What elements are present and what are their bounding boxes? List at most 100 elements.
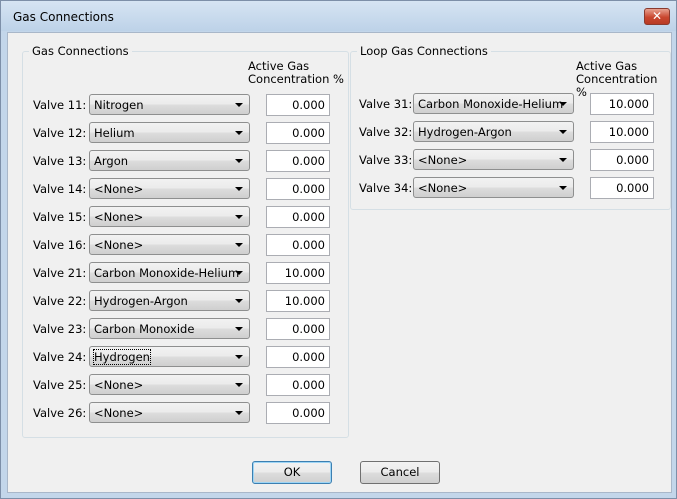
concentration-input[interactable]: 0.000 (266, 402, 330, 424)
valve-row: Valve 15: <None> 0.000 (33, 206, 333, 228)
concentration-input[interactable]: 0.000 (266, 150, 330, 172)
gas-dropdown[interactable]: Helium (89, 122, 250, 143)
gas-dropdown-value: Argon (94, 154, 129, 168)
chevron-down-icon (235, 215, 243, 219)
gas-dropdown-value: <None> (94, 210, 144, 224)
dialog-window: Gas Connections ✕ Gas Connections Active… (0, 0, 677, 499)
gas-dropdown-value: Carbon Monoxide-Helium (94, 266, 240, 280)
chevron-down-icon (235, 355, 243, 359)
valve-label: Valve 23: (33, 322, 87, 336)
gas-dropdown-value: <None> (418, 153, 468, 167)
chevron-down-icon (559, 158, 567, 162)
gas-dropdown[interactable]: <None> (89, 206, 250, 227)
cancel-button[interactable]: Cancel (360, 461, 440, 484)
dialog-body: Gas Connections Active Gas Concentration… (7, 32, 672, 493)
valve-label: Valve 13: (33, 154, 87, 168)
valve-label: Valve 16: (33, 238, 87, 252)
concentration-input[interactable]: 10.000 (590, 121, 654, 143)
valve-label: Valve 11: (33, 98, 87, 112)
concentration-input[interactable]: 0.000 (266, 178, 330, 200)
gas-dropdown-value: <None> (94, 238, 144, 252)
valve-row: Valve 32: Hydrogen-Argon 10.000 (359, 121, 664, 143)
gas-dropdown-value: <None> (94, 406, 144, 420)
valve-row: Valve 14: <None> 0.000 (33, 178, 333, 200)
gas-header-line2: Concentration % (248, 72, 344, 86)
valve-row: Valve 25: <None> 0.000 (33, 374, 333, 396)
gas-dropdown-value: Carbon Monoxide (94, 322, 195, 336)
gas-dropdown[interactable]: Hydrogen-Argon (413, 121, 574, 142)
gas-dropdown[interactable]: <None> (89, 402, 250, 423)
gas-dropdown[interactable]: Nitrogen (89, 94, 250, 115)
title-bar[interactable]: Gas Connections ✕ (1, 1, 676, 31)
chevron-down-icon (235, 299, 243, 303)
gas-dropdown-value: <None> (94, 182, 144, 196)
concentration-input[interactable]: 10.000 (266, 290, 330, 312)
gas-dropdown[interactable]: <None> (89, 234, 250, 255)
close-button[interactable]: ✕ (644, 8, 670, 25)
concentration-input[interactable]: 10.000 (590, 93, 654, 115)
valve-label: Valve 12: (33, 126, 87, 140)
valve-row: Valve 22: Hydrogen-Argon 10.000 (33, 290, 333, 312)
chevron-down-icon (235, 383, 243, 387)
gas-concentration-header: Active Gas Concentration % (248, 60, 344, 86)
chevron-down-icon (235, 327, 243, 331)
chevron-down-icon (235, 187, 243, 191)
valve-label: Valve 15: (33, 210, 87, 224)
valve-label: Valve 31: (359, 97, 413, 111)
loop-gas-connections-legend: Loop Gas Connections (360, 44, 488, 58)
valve-row: Valve 24: Hydrogen 0.000 (33, 346, 333, 368)
gas-dropdown-value: Helium (94, 126, 135, 140)
chevron-down-icon (235, 243, 243, 247)
valve-row: Valve 26: <None> 0.000 (33, 402, 333, 424)
gas-dropdown[interactable]: Carbon Monoxide-Helium (413, 93, 574, 114)
valve-label: Valve 22: (33, 294, 87, 308)
valve-row: Valve 23: Carbon Monoxide 0.000 (33, 318, 333, 340)
gas-dropdown[interactable]: Argon (89, 150, 250, 171)
valve-row: Valve 31: Carbon Monoxide-Helium 10.000 (359, 93, 664, 115)
window-title: Gas Connections (13, 10, 114, 24)
gas-dropdown-value: Hydrogen-Argon (94, 294, 188, 308)
gas-dropdown[interactable]: Carbon Monoxide-Helium (89, 262, 250, 283)
gas-dropdown-value: <None> (94, 378, 144, 392)
valve-row: Valve 11: Nitrogen 0.000 (33, 94, 333, 116)
chevron-down-icon (559, 102, 567, 106)
concentration-input[interactable]: 0.000 (590, 177, 654, 199)
chevron-down-icon (235, 159, 243, 163)
chevron-down-icon (235, 103, 243, 107)
gas-dropdown-value: Nitrogen (94, 98, 144, 112)
gas-connections-legend: Gas Connections (32, 44, 129, 58)
valve-label: Valve 33: (359, 153, 413, 167)
concentration-input[interactable]: 0.000 (590, 149, 654, 171)
chevron-down-icon (235, 131, 243, 135)
ok-button[interactable]: OK (252, 461, 332, 484)
close-icon: ✕ (651, 9, 663, 23)
gas-dropdown-value: <None> (418, 181, 468, 195)
gas-dropdown-value: Hydrogen-Argon (418, 125, 512, 139)
concentration-input[interactable]: 0.000 (266, 234, 330, 256)
valve-label: Valve 14: (33, 182, 87, 196)
chevron-down-icon (235, 271, 243, 275)
gas-dropdown[interactable]: Hydrogen-Argon (89, 290, 250, 311)
concentration-input[interactable]: 0.000 (266, 374, 330, 396)
gas-dropdown-value: Carbon Monoxide-Helium (418, 97, 564, 111)
valve-label: Valve 34: (359, 181, 413, 195)
valve-row: Valve 21: Carbon Monoxide-Helium 10.000 (33, 262, 333, 284)
chevron-down-icon (559, 186, 567, 190)
gas-dropdown[interactable]: Carbon Monoxide (89, 318, 250, 339)
concentration-input[interactable]: 0.000 (266, 94, 330, 116)
gas-dropdown[interactable]: <None> (413, 177, 574, 198)
valve-row: Valve 33: <None> 0.000 (359, 149, 664, 171)
valve-row: Valve 34: <None> 0.000 (359, 177, 664, 199)
chevron-down-icon (235, 411, 243, 415)
gas-dropdown[interactable]: Hydrogen (89, 346, 250, 367)
gas-dropdown[interactable]: <None> (89, 374, 250, 395)
gas-dropdown[interactable]: <None> (89, 178, 250, 199)
valve-row: Valve 12: Helium 0.000 (33, 122, 333, 144)
concentration-input[interactable]: 10.000 (266, 262, 330, 284)
gas-dropdown[interactable]: <None> (413, 149, 574, 170)
valve-label: Valve 21: (33, 266, 87, 280)
concentration-input[interactable]: 0.000 (266, 122, 330, 144)
concentration-input[interactable]: 0.000 (266, 206, 330, 228)
concentration-input[interactable]: 0.000 (266, 318, 330, 340)
concentration-input[interactable]: 0.000 (266, 346, 330, 368)
